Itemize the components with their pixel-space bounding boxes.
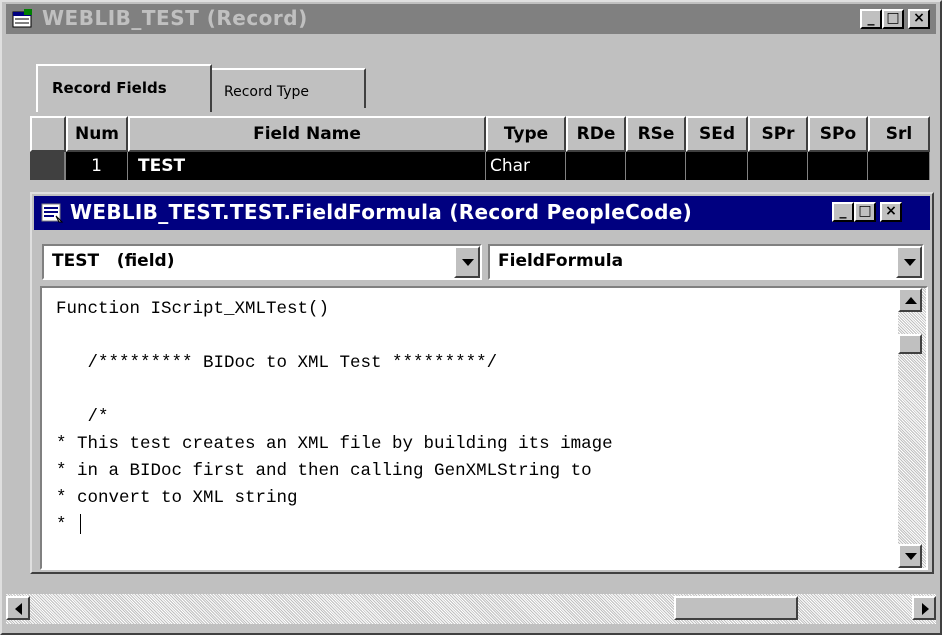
record-window-title: WEBLIB_TEST (Record) (42, 6, 308, 30)
arrow-up-icon (905, 297, 917, 304)
column-header-srl[interactable]: Srl (868, 116, 930, 152)
tab-record-fields-label: Record Fields (52, 79, 167, 97)
code-editor[interactable]: Function IScript_XMLTest() /********* BI… (40, 286, 928, 570)
tab-record-type[interactable]: Record Type (210, 68, 366, 108)
peoplecode-window: WEBLIB_TEST.TEST.FieldFormula (Record Pe… (30, 192, 934, 574)
column-header-num[interactable]: Num (66, 116, 128, 152)
tab-record-type-label: Record Type (224, 84, 309, 100)
event-select-dropdown-button[interactable] (896, 246, 922, 278)
table-cell-spr[interactable] (748, 152, 808, 180)
arrow-right-icon (922, 603, 929, 615)
peoplecode-window-title: WEBLIB_TEST.TEST.FieldFormula (Record Pe… (70, 200, 693, 224)
row-selector-header[interactable] (30, 116, 66, 152)
column-header-spr[interactable]: SPr (748, 116, 808, 152)
horizontal-scrollbar[interactable] (6, 594, 936, 624)
maximize-icon: □ (858, 203, 872, 219)
event-select[interactable]: FieldFormula (488, 244, 924, 280)
record-window: WEBLIB_TEST (Record) _ □ × Record Fields… (0, 0, 942, 635)
text-cursor (80, 514, 81, 534)
code-line: /* (56, 407, 109, 427)
horizontal-scroll-thumb[interactable] (674, 596, 798, 620)
table-cell-num[interactable]: 1 (66, 152, 128, 180)
event-select-value: FieldFormula (498, 251, 624, 271)
column-header-rde[interactable]: RDe (566, 116, 626, 152)
minimize-button[interactable]: _ (860, 9, 882, 29)
scroll-up-button[interactable] (898, 288, 922, 312)
code-line: * in a BIDoc first and then calling GenX… (56, 461, 592, 481)
column-header-spo[interactable]: SPo (808, 116, 868, 152)
minimize-icon: _ (839, 203, 847, 219)
inner-close-button[interactable]: × (880, 202, 902, 222)
vertical-scroll-thumb[interactable] (898, 334, 922, 354)
table-cell-srl[interactable] (868, 152, 930, 180)
code-line: /********* BIDoc to XML Test *********/ (56, 353, 498, 373)
inner-maximize-button[interactable]: □ (854, 202, 876, 222)
record-fields-grid: Num Field Name Type RDe RSe SEd SPr SPo … (30, 116, 934, 184)
field-select[interactable]: TEST (field) (42, 244, 482, 280)
table-cell-rde[interactable] (566, 152, 626, 180)
code-vertical-scrollbar[interactable] (898, 288, 926, 568)
code-text[interactable]: Function IScript_XMLTest() /********* BI… (56, 296, 613, 539)
column-header-sed[interactable]: SEd (686, 116, 748, 152)
scroll-right-button[interactable] (912, 596, 936, 620)
inner-minimize-button[interactable]: _ (832, 202, 854, 222)
code-line: * This test creates an XML file by build… (56, 434, 613, 454)
code-line: Function IScript_XMLTest() (56, 299, 330, 319)
close-button[interactable]: × (908, 9, 930, 29)
scroll-left-button[interactable] (6, 596, 30, 620)
column-header-rse[interactable]: RSe (626, 116, 686, 152)
tab-record-fields[interactable]: Record Fields (36, 64, 212, 112)
record-window-title-bar[interactable]: WEBLIB_TEST (Record) _ □ × (6, 4, 936, 34)
close-icon: × (885, 203, 897, 219)
table-cell-spo[interactable] (808, 152, 868, 180)
column-header-field-name[interactable]: Field Name (128, 116, 486, 152)
close-icon: × (913, 10, 925, 26)
code-line: * convert to XML string (56, 488, 298, 508)
scroll-down-button[interactable] (898, 544, 922, 568)
table-cell-sed[interactable] (686, 152, 748, 180)
maximize-button[interactable]: □ (882, 9, 904, 29)
table-cell-type[interactable]: Char (486, 152, 566, 180)
chevron-down-icon (904, 259, 916, 266)
row-selector[interactable] (30, 152, 66, 180)
peoplecode-document-icon (41, 203, 64, 223)
arrow-left-icon (15, 603, 22, 615)
peoplecode-window-title-bar[interactable]: WEBLIB_TEST.TEST.FieldFormula (Record Pe… (34, 196, 930, 230)
field-select-value: TEST (field) (52, 251, 175, 271)
column-header-type[interactable]: Type (486, 116, 566, 152)
minimize-icon: _ (867, 10, 875, 26)
table-cell-field-name[interactable]: TEST (128, 152, 486, 180)
chevron-down-icon (462, 259, 474, 266)
field-select-dropdown-button[interactable] (454, 246, 480, 278)
arrow-down-icon (905, 553, 917, 560)
maximize-icon: □ (886, 10, 900, 26)
table-cell-rse[interactable] (626, 152, 686, 180)
code-line: * (56, 515, 67, 535)
record-window-icon (12, 9, 32, 28)
